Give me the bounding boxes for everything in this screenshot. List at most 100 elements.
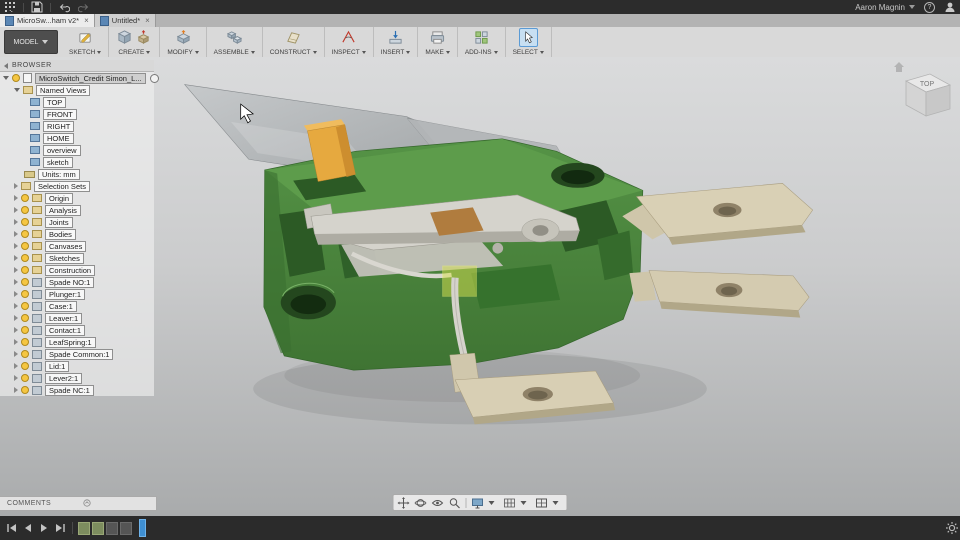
- viewports-menu[interactable]: [536, 497, 563, 509]
- tree-row-named-views[interactable]: Named Views: [0, 84, 154, 96]
- tree-row-view[interactable]: HOME: [0, 132, 154, 144]
- tree-row-component[interactable]: Spade NC:1: [0, 384, 154, 396]
- timeline-feature-sketch[interactable]: [78, 521, 90, 535]
- sketch-menu[interactable]: SKETCH: [69, 49, 102, 56]
- tree-row-component[interactable]: Spade Common:1: [0, 348, 154, 360]
- viewcube-top-label[interactable]: TOP: [920, 81, 935, 88]
- display-settings-menu[interactable]: [472, 497, 499, 509]
- timeline-position-marker[interactable]: [139, 519, 146, 537]
- home-icon[interactable]: [894, 62, 904, 72]
- visibility-bulb-icon[interactable]: [21, 362, 29, 370]
- construct-menu[interactable]: CONSTRUCT: [270, 49, 317, 56]
- expand-caret[interactable]: [14, 303, 18, 309]
- look-at-icon[interactable]: [431, 497, 444, 509]
- visibility-bulb-icon[interactable]: [21, 290, 29, 298]
- pan-icon[interactable]: [397, 496, 410, 509]
- close-tab-icon[interactable]: ×: [145, 16, 150, 25]
- visibility-bulb-icon[interactable]: [21, 374, 29, 382]
- expand-caret[interactable]: [14, 255, 18, 261]
- tree-row-component[interactable]: Case:1: [0, 300, 154, 312]
- tree-row-folder[interactable]: Selection Sets: [0, 180, 154, 192]
- grid-settings-menu[interactable]: [504, 497, 531, 509]
- redo-icon[interactable]: [78, 1, 90, 13]
- comments-bar[interactable]: COMMENTS: [0, 496, 157, 511]
- tree-row-component[interactable]: Contact:1: [0, 324, 154, 336]
- expand-caret[interactable]: [14, 279, 18, 285]
- tree-row-view[interactable]: FRONT: [0, 108, 154, 120]
- collapse-panel-icon[interactable]: [4, 62, 8, 69]
- help-icon[interactable]: ?: [924, 1, 935, 13]
- orbit-icon[interactable]: [414, 497, 427, 509]
- tree-row-component[interactable]: Lever2:1: [0, 372, 154, 384]
- visibility-bulb-icon[interactable]: [21, 386, 29, 394]
- sketch-icon[interactable]: [77, 29, 94, 46]
- visibility-bulb-icon[interactable]: [12, 74, 20, 82]
- tree-row-view[interactable]: RIGHT: [0, 120, 154, 132]
- go-to-start-icon[interactable]: [6, 522, 18, 534]
- visibility-bulb-icon[interactable]: [21, 194, 29, 202]
- tree-row-component[interactable]: Lid:1: [0, 360, 154, 372]
- tree-row-component[interactable]: Plunger:1: [0, 288, 154, 300]
- play-icon[interactable]: [38, 522, 50, 534]
- expand-caret[interactable]: [14, 88, 20, 92]
- assemble-icon[interactable]: [226, 29, 243, 46]
- timeline-feature[interactable]: [106, 521, 118, 535]
- tree-row-folder[interactable]: Analysis: [0, 204, 154, 216]
- tree-row-units[interactable]: Units: mm: [0, 168, 154, 180]
- tree-row-folder[interactable]: Joints: [0, 216, 154, 228]
- expand-caret[interactable]: [14, 291, 18, 297]
- tree-row-folder[interactable]: Bodies: [0, 228, 154, 240]
- insert-menu[interactable]: INSERT: [381, 49, 411, 56]
- settings-gear-icon[interactable]: [946, 522, 958, 534]
- expand-caret[interactable]: [14, 183, 18, 189]
- expand-caret[interactable]: [14, 351, 18, 357]
- expand-caret[interactable]: [14, 195, 18, 201]
- profile-icon[interactable]: [944, 1, 956, 13]
- tree-row-folder[interactable]: Sketches: [0, 252, 154, 264]
- addins-icon[interactable]: [473, 29, 490, 46]
- zoom-icon[interactable]: [449, 497, 461, 509]
- construct-plane-icon[interactable]: [285, 29, 302, 46]
- inspect-menu[interactable]: INSPECT: [332, 49, 366, 56]
- tree-row-folder[interactable]: Construction: [0, 264, 154, 276]
- expand-caret[interactable]: [14, 363, 18, 369]
- visibility-bulb-icon[interactable]: [21, 278, 29, 286]
- create-box-icon[interactable]: [116, 29, 133, 46]
- expand-caret[interactable]: [14, 375, 18, 381]
- visibility-bulb-icon[interactable]: [21, 230, 29, 238]
- tree-row-component[interactable]: Spade NO:1: [0, 276, 154, 288]
- tree-row-view[interactable]: overview: [0, 144, 154, 156]
- timeline-feature-sketch[interactable]: [92, 521, 104, 535]
- expand-caret[interactable]: [14, 387, 18, 393]
- expand-caret[interactable]: [14, 267, 18, 273]
- undo-icon[interactable]: [58, 1, 70, 13]
- expand-caret[interactable]: [14, 231, 18, 237]
- expand-caret[interactable]: [14, 219, 18, 225]
- expand-caret[interactable]: [14, 207, 18, 213]
- expand-caret[interactable]: [14, 315, 18, 321]
- expand-caret[interactable]: [14, 327, 18, 333]
- select-menu[interactable]: SELECT: [513, 49, 544, 56]
- workspace-selector[interactable]: MODEL: [4, 30, 58, 54]
- expand-caret[interactable]: [3, 76, 9, 80]
- step-forward-icon[interactable]: [54, 522, 66, 534]
- document-tab[interactable]: Untitled* ×: [94, 14, 156, 27]
- make-print-icon[interactable]: [429, 29, 446, 46]
- expand-comments-icon[interactable]: [76, 498, 152, 509]
- close-tab-icon[interactable]: ×: [84, 16, 89, 25]
- save-icon[interactable]: [31, 1, 43, 13]
- tree-row-root[interactable]: MicroSwitch_Credit Simon_L...: [0, 72, 159, 84]
- browser-header[interactable]: BROWSER: [0, 60, 154, 72]
- visibility-bulb-icon[interactable]: [21, 206, 29, 214]
- select-cursor-icon[interactable]: [518, 28, 538, 47]
- document-tab[interactable]: MicroSw...ham v2* ×: [0, 14, 95, 27]
- step-back-icon[interactable]: [22, 522, 34, 534]
- tree-row-folder[interactable]: Canvases: [0, 240, 154, 252]
- visibility-bulb-icon[interactable]: [21, 254, 29, 262]
- visibility-bulb-icon[interactable]: [21, 350, 29, 358]
- tree-row-component[interactable]: Leaver:1: [0, 312, 154, 324]
- tree-row-view[interactable]: sketch: [0, 156, 154, 168]
- create-extrude-icon[interactable]: [135, 29, 152, 46]
- visibility-bulb-icon[interactable]: [21, 326, 29, 334]
- visibility-bulb-icon[interactable]: [21, 266, 29, 274]
